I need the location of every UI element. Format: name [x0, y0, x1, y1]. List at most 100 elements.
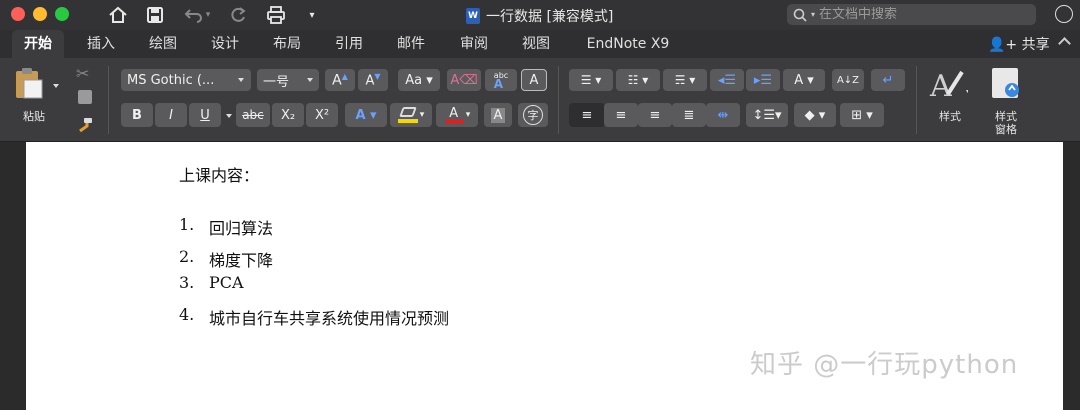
cut-icon[interactable]: ✂ [76, 64, 94, 83]
justify-icon: ≣ [683, 107, 695, 123]
change-case-button[interactable]: Aa ▾ [398, 69, 440, 91]
paste-dropdown-icon[interactable] [53, 84, 59, 88]
show-formatting-marks-button[interactable]: ↵ [871, 69, 905, 91]
shrink-font-button[interactable]: A▼ [358, 69, 388, 91]
tab-layout[interactable]: 布局 [264, 30, 310, 58]
text-effects-icon: A ▾ [355, 107, 377, 123]
print-icon[interactable] [263, 3, 289, 27]
styles-pane-button[interactable] [990, 66, 1022, 100]
asian-layout-button[interactable]: A ▾ [783, 69, 825, 91]
watermark: 知乎 @一行玩python [750, 350, 1019, 380]
increase-indent-button[interactable]: ▸☰ [746, 69, 780, 91]
paste-button[interactable] [14, 66, 44, 100]
underline-button[interactable]: U [189, 103, 221, 127]
font-name-select[interactable]: MS Gothic (... [121, 69, 251, 91]
search-box[interactable]: ▾ [787, 4, 1036, 25]
borders-button[interactable]: ⊞ ▾ [840, 103, 884, 127]
close-window-button[interactable] [11, 7, 25, 21]
styles-button[interactable]: A [928, 66, 969, 104]
add-person-icon: 👤+ [988, 37, 1018, 53]
grow-font-icon: A▲ [332, 71, 348, 89]
collapse-ribbon-icon[interactable] [1058, 37, 1071, 50]
customize-toolbar-icon[interactable]: ▾ [302, 3, 322, 27]
svg-text:A: A [929, 69, 952, 102]
styles-pane-icon [992, 68, 1019, 98]
styles-pane-label-line2: 窗格 [995, 123, 1017, 136]
tab-endnote[interactable]: EndNote X9 [576, 30, 680, 58]
numbering-button[interactable]: ☷ ▾ [616, 69, 660, 91]
text-effects-button[interactable]: A ▾ [345, 103, 387, 127]
enclose-characters-icon: 字 [523, 105, 543, 125]
redo-icon[interactable] [226, 3, 250, 27]
copy-icon[interactable] [78, 90, 92, 104]
share-button[interactable]: 👤+ 共享 [988, 34, 1050, 54]
italic-button[interactable]: I [155, 103, 187, 127]
clear-formatting-button[interactable]: A⌫ [447, 69, 481, 91]
tab-home[interactable]: 开始 [12, 30, 64, 58]
subscript-button[interactable]: X₂ [272, 103, 304, 127]
list-item: 3. PCA [179, 273, 244, 292]
save-icon[interactable] [143, 3, 167, 27]
increase-indent-icon: ▸☰ [753, 72, 773, 88]
sort-button[interactable]: A↓Z [832, 69, 864, 91]
paste-label: 粘贴 [23, 110, 45, 123]
maximize-window-button[interactable] [55, 7, 69, 21]
tab-references[interactable]: 引用 [326, 30, 372, 58]
paragraph-mark-icon: ↵ [882, 72, 894, 88]
align-left-button[interactable]: ≡ [569, 103, 605, 127]
line-spacing-button[interactable]: ↕☰▾ [746, 103, 788, 127]
list-item: 4. 城市自行车共享系统使用情况预测 [179, 305, 449, 329]
font-color-button[interactable]: A ▾ [436, 103, 478, 127]
multilevel-list-button[interactable]: ☴ ▾ [663, 69, 707, 91]
enclose-characters-button[interactable]: 字 [518, 103, 548, 127]
list-text: 城市自行车共享系统使用情况预测 [209, 309, 450, 328]
bullet-list-icon: ☰ ▾ [580, 73, 602, 87]
ribbon-separator [558, 66, 559, 134]
distributed-button[interactable]: ⇹ [706, 103, 740, 127]
strikethrough-button[interactable]: abc [236, 103, 270, 127]
list-number: 2. [179, 247, 195, 266]
ribbon-tabs: 开始 插入 绘图 设计 布局 引用 邮件 审阅 视图 EndNote X9 👤+… [0, 30, 1080, 58]
tab-design[interactable]: 设计 [202, 30, 248, 58]
character-shading-button[interactable]: A [484, 103, 512, 127]
align-right-button[interactable]: ≡ [638, 103, 672, 127]
tab-insert[interactable]: 插入 [78, 30, 124, 58]
tab-draw[interactable]: 绘图 [140, 30, 186, 58]
document-title: W 一行数据 [兼容模式] [466, 6, 613, 26]
highlight-button[interactable]: ▾ [390, 103, 432, 127]
undo-icon[interactable]: ▾ [180, 3, 214, 27]
feedback-smiley-icon[interactable] [1055, 5, 1073, 23]
highlighter-icon [397, 107, 418, 123]
format-painter-icon[interactable] [76, 116, 94, 134]
eraser-icon: A⌫ [450, 72, 478, 88]
tab-view[interactable]: 视图 [513, 30, 559, 58]
document-page[interactable]: 上课内容： 1. 回归算法 2. 梯度下降 3. PCA 4. 城市自行车共享系… [26, 142, 1063, 410]
bold-button[interactable]: B [121, 103, 153, 127]
superscript-button[interactable]: X² [306, 103, 338, 127]
character-border-button[interactable]: A [521, 69, 547, 91]
list-text: PCA [209, 273, 244, 292]
bullets-button[interactable]: ☰ ▾ [569, 69, 613, 91]
list-number: 4. [179, 305, 195, 324]
list-text: 梯度下降 [209, 251, 274, 270]
search-input[interactable] [819, 7, 1020, 22]
minimize-window-button[interactable] [33, 7, 47, 21]
list-number: 1. [179, 215, 195, 234]
home-icon[interactable] [106, 3, 130, 27]
font-size-dropdown-icon [307, 78, 313, 82]
borders-icon: ⊞ ▾ [851, 107, 873, 123]
tab-review[interactable]: 审阅 [451, 30, 497, 58]
document-title-text: 一行数据 [兼容模式] [486, 9, 614, 25]
justify-button[interactable]: ≣ [672, 103, 706, 127]
decrease-indent-button[interactable]: ◂☰ [710, 69, 744, 91]
align-center-button[interactable]: ≡ [604, 103, 638, 127]
ribbon-separator [108, 66, 109, 134]
align-left-icon: ≡ [581, 107, 593, 123]
share-label: 共享 [1021, 37, 1050, 53]
phonetic-guide-button[interactable]: abc A [485, 69, 517, 91]
shading-button[interactable]: ◆ ▾ [794, 103, 836, 127]
tab-mailings[interactable]: 邮件 [388, 30, 434, 58]
grow-font-button[interactable]: A▲ [325, 69, 355, 91]
align-center-icon: ≡ [615, 107, 627, 123]
underline-dropdown-icon[interactable] [226, 114, 232, 118]
